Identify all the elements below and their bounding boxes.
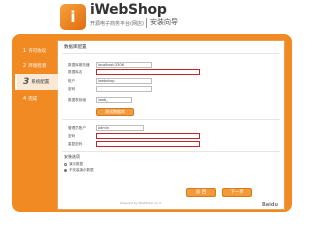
admin-name-row: 管理员账户 admin xyxy=(62,125,282,131)
db-user-row: 账户 iwebshop xyxy=(62,78,282,84)
db-host-row: 数据库服务器 localhost:3306 xyxy=(62,62,282,68)
step-active-indicator xyxy=(15,74,17,90)
wizard-title: 安装向导 xyxy=(150,18,178,26)
db-pass-row: 密码 xyxy=(62,86,282,92)
step-label: 完成 xyxy=(28,96,38,102)
step-env-check: 2 环境检测 xyxy=(15,59,57,72)
db-user-label: 账户 xyxy=(68,79,76,83)
db-pass-label: 密码 xyxy=(68,87,76,91)
db-name-label: 数据库名 xyxy=(68,70,83,74)
step-system-config: 3 系统配置 xyxy=(15,74,58,90)
admin-name-input[interactable]: admin xyxy=(96,125,144,131)
step-number: 3 xyxy=(23,77,30,87)
option-label: 不安装演示数据 xyxy=(69,168,94,172)
section-divider xyxy=(62,53,280,54)
section-divider xyxy=(62,151,280,152)
db-prefix-input[interactable]: iweb_ xyxy=(96,97,132,103)
db-prefix-row: 数据表前缀 iweb_ xyxy=(62,97,282,103)
option-demo-data[interactable]: 演示数据 xyxy=(64,162,83,167)
footer-text: Powered by iWebShop v2.4 xyxy=(120,201,161,205)
step-number: 4 xyxy=(23,95,27,102)
radio-selected-icon[interactable] xyxy=(64,169,67,172)
db-user-input[interactable]: iwebshop xyxy=(96,78,152,84)
step-number: 1 xyxy=(23,47,27,54)
option-no-demo-data[interactable]: 不安装演示数据 xyxy=(64,168,94,173)
db-prefix-label: 数据表前缀 xyxy=(68,98,86,102)
admin-pass-row: 密码 xyxy=(62,133,282,139)
test-database-button[interactable]: 测试数据库 xyxy=(96,108,134,116)
db-pass-input[interactable] xyxy=(96,86,152,92)
step-finish: 4 完成 xyxy=(15,92,57,105)
brand-name: iWebShop xyxy=(90,2,167,18)
section-divider xyxy=(62,119,280,120)
step-number: 2 xyxy=(23,62,27,69)
admin-repass-label: 重复密码 xyxy=(68,142,83,146)
radio-icon[interactable] xyxy=(64,163,67,166)
db-name-row: 数据库名 xyxy=(62,69,282,75)
step-label: 许可协议 xyxy=(28,48,47,54)
admin-name-label: 管理员账户 xyxy=(68,126,86,130)
next-button[interactable]: 下一步 xyxy=(222,188,252,197)
admin-pass-input[interactable] xyxy=(96,133,200,139)
admin-repass-input[interactable] xyxy=(96,141,200,147)
db-host-label: 数据库服务器 xyxy=(68,63,90,67)
admin-pass-label: 密码 xyxy=(68,134,76,138)
watermark: Baidu xyxy=(262,202,279,208)
brand-subtitle: 开源电子商务平台(网店) xyxy=(90,21,144,27)
db-name-input[interactable] xyxy=(96,69,200,75)
steps-nav: 1 许可协议 2 环境检测 3 系统配置 4 完成 xyxy=(15,44,58,107)
step-license: 1 许可协议 xyxy=(15,44,57,57)
iwebshop-logo-icon: i xyxy=(60,4,86,30)
section-title: 数据库配置 xyxy=(64,45,87,50)
header-divider xyxy=(146,18,147,28)
back-button[interactable]: 返 回 xyxy=(186,188,216,197)
option-label: 演示数据 xyxy=(69,162,83,166)
install-options-title: 安装选项 xyxy=(64,154,80,159)
step-label: 系统配置 xyxy=(31,80,50,85)
db-host-input[interactable]: localhost:3306 xyxy=(96,62,152,68)
step-label: 环境检测 xyxy=(28,63,47,69)
admin-repass-row: 重复密码 xyxy=(62,141,282,147)
